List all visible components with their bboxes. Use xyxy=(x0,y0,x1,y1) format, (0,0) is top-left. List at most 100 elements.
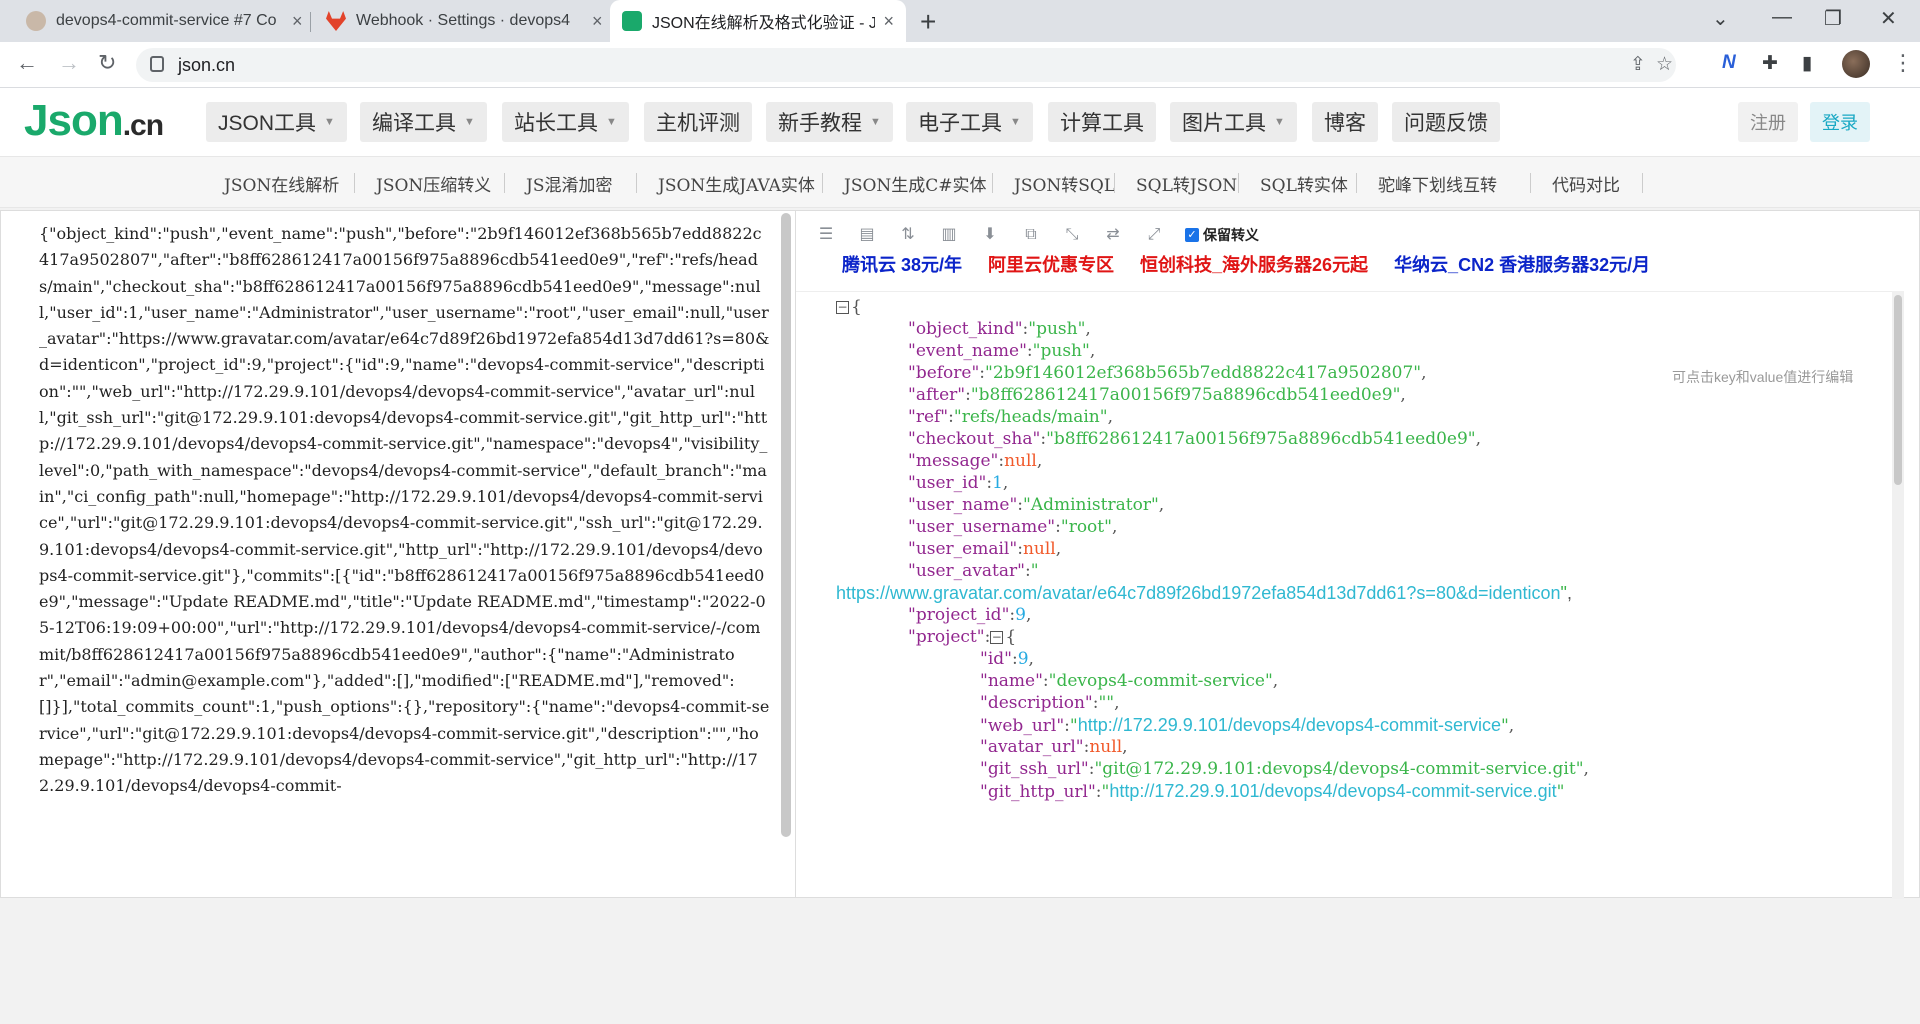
jenkins-icon xyxy=(26,11,46,31)
close-window-icon[interactable]: ✕ xyxy=(1880,6,1897,31)
json-value[interactable]: null xyxy=(1089,737,1122,757)
logo-suffix: .cn xyxy=(122,109,164,142)
subnav-js-obfuscate[interactable]: JS混淆加密 xyxy=(526,171,612,196)
menu-label: 图片工具 xyxy=(1182,112,1266,135)
reload-icon[interactable]: ↻ xyxy=(98,50,116,76)
json-line: https://www.gravatar.com/avatar/e64c7d89… xyxy=(836,583,1572,603)
json-line: "git_ssh_url":"git@172.29.9.101:devops4/… xyxy=(980,759,1589,779)
ad-link[interactable]: 腾讯云 38元/年 xyxy=(842,251,962,277)
scrollbar[interactable] xyxy=(781,213,791,837)
subnav-json-parse[interactable]: JSON在线解析 xyxy=(224,171,339,196)
json-line: "user_avatar":" xyxy=(908,561,1039,581)
menu-compile-tools[interactable]: 编译工具 ▼ xyxy=(360,102,487,142)
caret-down-icon: ▼ xyxy=(1010,116,1021,128)
menu-host-review[interactable]: 主机评测 xyxy=(644,102,752,142)
database-icon[interactable]: ☰ xyxy=(816,226,836,244)
subnav-code-diff[interactable]: 代码对比 xyxy=(1552,171,1620,196)
ad-link[interactable]: 恒创科技_海外服务器26元起 xyxy=(1140,251,1368,277)
side-panel-icon[interactable]: ▮ xyxy=(1802,52,1812,75)
subnav-json-sql[interactable]: JSON转SQL xyxy=(1014,171,1115,196)
share-icon[interactable]: ⇪ xyxy=(1630,53,1646,76)
tab-search-icon[interactable]: ⌄ xyxy=(1712,6,1729,31)
menu-image-tools[interactable]: 图片工具 ▼ xyxy=(1170,102,1297,142)
address-bar[interactable]: json.cn ⇪ ☆ xyxy=(136,48,1676,82)
login-button[interactable]: 登录 xyxy=(1810,102,1870,142)
extensions-puzzle-icon[interactable]: ✚ xyxy=(1762,52,1778,75)
tab-json-cn[interactable]: JSON在线解析及格式化验证 - JS × xyxy=(610,0,906,42)
json-line: "user_id":1, xyxy=(908,473,1009,493)
maximize-icon[interactable]: ❐ xyxy=(1824,6,1842,31)
trash-icon[interactable]: ▥ xyxy=(939,226,959,244)
subnav-json-csharp[interactable]: JSON生成C#实体 xyxy=(844,171,987,196)
menu-kebab-icon[interactable]: ⋮ xyxy=(1892,50,1914,76)
json-value[interactable]: refs/heads/main xyxy=(962,407,1100,427)
bookmark-star-icon[interactable]: ☆ xyxy=(1656,53,1673,76)
menu-blog[interactable]: 博客 xyxy=(1312,102,1378,142)
tab-devops-commit[interactable]: devops4-commit-service #7 Co × xyxy=(14,0,315,42)
tab-webhook[interactable]: Webhook · Settings · devops4 × xyxy=(314,0,615,42)
subnav-sql-json[interactable]: SQL转JSON xyxy=(1136,171,1237,196)
json-value[interactable]: 9 xyxy=(1015,605,1026,625)
close-icon[interactable]: × xyxy=(592,11,603,32)
ad-link[interactable]: 华纳云_CN2 香港服务器32元/月 xyxy=(1394,251,1650,277)
json-line: "object_kind":"push", xyxy=(908,319,1091,339)
collapse-icon[interactable]: − xyxy=(836,301,849,314)
close-icon[interactable]: × xyxy=(883,11,894,32)
subnav-json-java[interactable]: JSON生成JAVA实体 xyxy=(658,171,815,196)
menu-label: 计算工具 xyxy=(1060,112,1144,135)
json-value[interactable]: b8ff628612417a00156f975a8896cdb541eed0e9 xyxy=(1054,429,1468,449)
minimize-icon[interactable]: — xyxy=(1772,6,1792,29)
nuxt-extension-icon[interactable]: N xyxy=(1722,52,1736,74)
scrollbar[interactable] xyxy=(1892,291,1904,899)
url-text[interactable]: json.cn xyxy=(178,55,235,76)
keep-escape-checkbox[interactable]: ✓ 保留转义 xyxy=(1185,225,1259,245)
subnav-json-compress[interactable]: JSON压缩转义 xyxy=(376,171,491,196)
fullscreen-icon[interactable]: ⤢ xyxy=(1144,226,1164,244)
json-value[interactable]: b8ff628612417a00156f975a8896cdb541eed0e9 xyxy=(979,385,1393,405)
scrollbar-thumb[interactable] xyxy=(1894,295,1902,485)
json-value[interactable]: git@172.29.9.101:devops4/devops4-commit-… xyxy=(1102,759,1575,779)
json-value[interactable]: devops4-commit-service xyxy=(1056,671,1265,691)
menu-calc-tools[interactable]: 计算工具 xyxy=(1048,102,1156,142)
back-icon[interactable]: ← xyxy=(16,50,38,76)
checkbox-checked-icon[interactable]: ✓ xyxy=(1185,228,1199,242)
ad-link[interactable]: 阿里云优惠专区 xyxy=(988,251,1114,277)
menu-feedback[interactable]: 问题反馈 xyxy=(1392,102,1500,142)
copy-icon[interactable]: ⧉ xyxy=(1021,226,1041,244)
share-icon[interactable]: ⇄ xyxy=(1103,226,1123,244)
json-value[interactable]: null xyxy=(1023,539,1056,559)
profile-avatar[interactable] xyxy=(1842,50,1870,78)
tab-title: JSON在线解析及格式化验证 - JS xyxy=(652,15,876,32)
json-link-value[interactable]: https://www.gravatar.com/avatar/e64c7d89… xyxy=(836,583,1561,603)
excel-icon[interactable]: ▤ xyxy=(857,226,877,244)
json-value[interactable]: 9 xyxy=(1018,649,1029,669)
site-logo[interactable]: Json.cn xyxy=(24,96,164,146)
compress-icon[interactable]: ⤡ xyxy=(1062,226,1082,244)
json-value[interactable]: null xyxy=(1004,451,1037,471)
json-value[interactable]: 2b9f146012ef368b565b7edd8822c417a9502807 xyxy=(993,363,1413,383)
download-icon[interactable]: ⬇ xyxy=(980,226,1000,244)
menu-electronic-tools[interactable]: 电子工具 ▼ xyxy=(906,102,1033,142)
menu-json-tools[interactable]: JSON工具 ▼ xyxy=(206,102,347,142)
json-input-textarea[interactable]: {"object_kind":"push","event_name":"push… xyxy=(0,210,796,898)
json-link-value[interactable]: http://172.29.9.101/devops4/devops4-comm… xyxy=(1109,781,1556,801)
new-tab-button[interactable]: + xyxy=(920,6,936,38)
raw-json-text[interactable]: {"object_kind":"push","event_name":"push… xyxy=(39,221,771,800)
json-line: "web_url":"http://172.29.9.101/devops4/d… xyxy=(980,715,1515,736)
subnav-sql-entity[interactable]: SQL转实体 xyxy=(1260,171,1348,196)
collapse-icon[interactable]: − xyxy=(990,631,1004,644)
sort-icon[interactable]: ⇅ xyxy=(898,226,918,244)
menu-webmaster-tools[interactable]: 站长工具 ▼ xyxy=(502,102,629,142)
json-value[interactable]: root xyxy=(1069,517,1104,537)
json-value[interactable]: push xyxy=(1040,341,1082,361)
json-value[interactable]: 1 xyxy=(992,473,1003,493)
subnav-camel-underscore[interactable]: 驼峰下划线互转 xyxy=(1378,171,1497,196)
json-value[interactable]: push xyxy=(1036,319,1078,339)
json-value[interactable]: Administrator xyxy=(1031,495,1151,515)
forward-icon[interactable]: → xyxy=(58,50,80,76)
menu-tutorials[interactable]: 新手教程 ▼ xyxy=(766,102,893,142)
json-link-value[interactable]: http://172.29.9.101/devops4/devops4-comm… xyxy=(1078,715,1501,735)
close-icon[interactable]: × xyxy=(292,11,303,32)
json-line: "project":−{ xyxy=(908,627,1017,647)
register-button[interactable]: 注册 xyxy=(1738,102,1798,142)
